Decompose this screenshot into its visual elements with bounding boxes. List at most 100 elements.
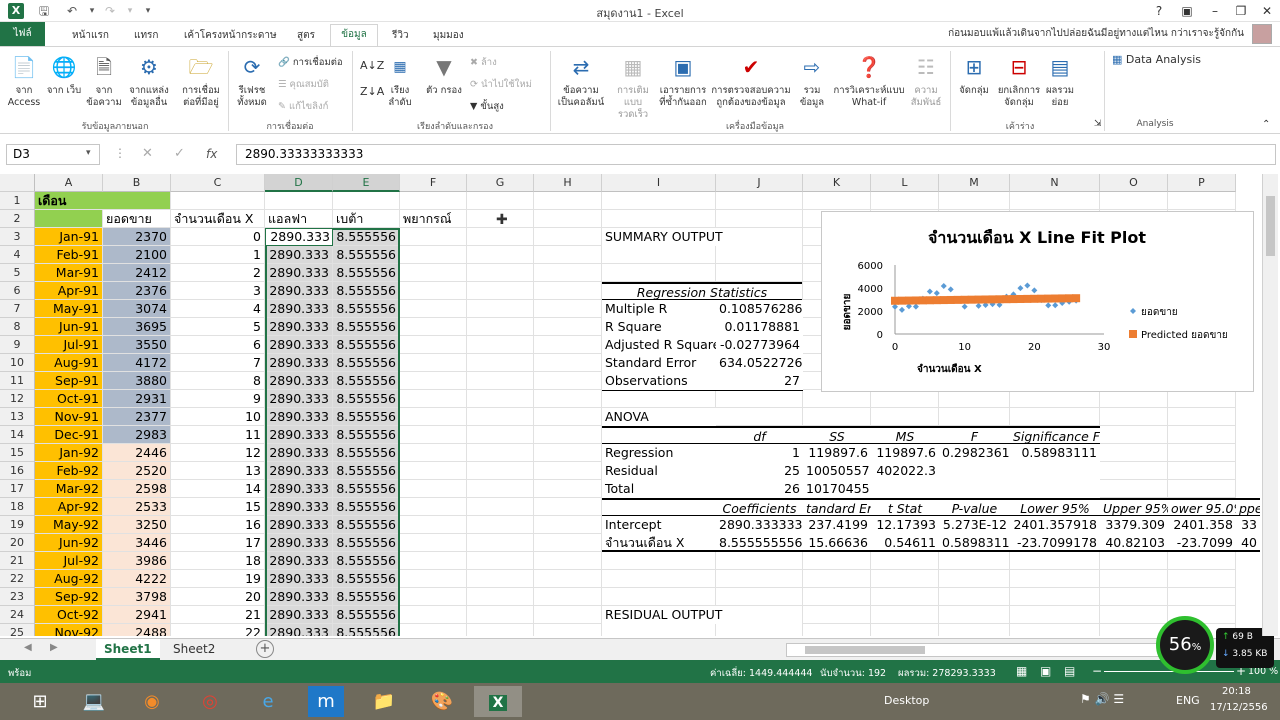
minimize-button[interactable]: – xyxy=(1204,2,1226,20)
anova-header[interactable]: Significance F xyxy=(1010,426,1100,444)
anova-cell[interactable]: 119897.6 xyxy=(871,444,939,462)
cell[interactable] xyxy=(716,588,803,606)
coef-cell[interactable]: -23.7099 xyxy=(1168,534,1236,552)
cell[interactable] xyxy=(803,192,871,210)
alpha-cell[interactable]: 2890.333 xyxy=(265,246,333,264)
x-cell[interactable]: 11 xyxy=(171,426,265,444)
cell[interactable] xyxy=(1100,462,1168,480)
anova-cell[interactable]: 10170455 xyxy=(803,480,871,498)
beta-cell[interactable]: 8.555556 xyxy=(333,480,400,498)
cell[interactable] xyxy=(1100,408,1168,426)
alpha-cell[interactable]: 2890.333 xyxy=(265,534,333,552)
firefox-icon[interactable]: ◉ xyxy=(132,686,172,717)
row-header-6[interactable]: 6 xyxy=(0,282,35,300)
avatar[interactable] xyxy=(1252,24,1272,44)
select-all-corner[interactable] xyxy=(0,174,35,192)
cell[interactable] xyxy=(400,408,467,426)
tab-page-layout[interactable]: เค้าโครงหน้ากระดาษ xyxy=(184,28,277,43)
cell[interactable] xyxy=(1010,624,1100,636)
flash-fill-button[interactable]: ▦ การเติม แบบรวดเร็ว xyxy=(610,53,656,121)
anova-cell[interactable]: 10050557 xyxy=(803,462,871,480)
sales-cell[interactable]: 2983 xyxy=(103,426,171,444)
cell[interactable] xyxy=(871,570,939,588)
cell[interactable] xyxy=(467,354,534,372)
anova-cell[interactable] xyxy=(939,462,1010,480)
cell[interactable] xyxy=(803,408,871,426)
row-header-9[interactable]: 9 xyxy=(0,336,35,354)
alpha-cell[interactable]: 2890.333 xyxy=(265,390,333,408)
line-fit-plot-chart[interactable]: จำนวนเดือน X Line Fit Plot จำนวนเดือน X … xyxy=(821,211,1254,392)
cell[interactable] xyxy=(400,390,467,408)
header-x[interactable]: จำนวนเดือน X xyxy=(171,210,265,228)
cell[interactable] xyxy=(534,264,602,282)
sales-cell[interactable]: 4172 xyxy=(103,354,171,372)
month-cell[interactable]: Sep-92 xyxy=(35,588,103,606)
folder-icon[interactable]: 📁 xyxy=(364,686,404,717)
anova-header-blank[interactable] xyxy=(602,426,716,444)
cell[interactable] xyxy=(534,354,602,372)
normal-view-icon[interactable]: ▦ xyxy=(1016,664,1027,678)
cell[interactable] xyxy=(534,372,602,390)
alpha-cell[interactable]: 2890.333 xyxy=(265,444,333,462)
outline-launcher-icon[interactable]: ⇲ xyxy=(1094,119,1102,129)
row-header-4[interactable]: 4 xyxy=(0,246,35,264)
cell[interactable] xyxy=(400,462,467,480)
summary-title[interactable]: SUMMARY OUTPUT xyxy=(602,228,802,246)
coef-cell[interactable]: 40 xyxy=(1236,534,1260,552)
formula-input[interactable]: 2890.33333333333 xyxy=(236,144,1276,165)
cell[interactable] xyxy=(1100,588,1168,606)
cell[interactable] xyxy=(939,192,1010,210)
sales-cell[interactable]: 4222 xyxy=(103,570,171,588)
anova-row-label[interactable]: Total xyxy=(602,480,716,498)
from-web-button[interactable]: 🌐 จาก เว็บ xyxy=(46,53,82,97)
connections-button[interactable]: 🔗 การเชื่อมต่อ xyxy=(278,55,343,70)
cell[interactable] xyxy=(400,498,467,516)
coef-header[interactable]: ppe xyxy=(1236,498,1260,516)
anova-cell[interactable]: 0.2982361 xyxy=(939,444,1010,462)
anova-header[interactable]: df xyxy=(716,426,803,444)
column-header-a[interactable]: A xyxy=(35,174,103,192)
user-name[interactable]: ก่อนมอบแพ้แล้วเดินจากไปปล่อยฉันมีอยู่ทาง… xyxy=(948,26,1244,41)
cell[interactable] xyxy=(534,426,602,444)
chrome-icon[interactable]: ◎ xyxy=(190,686,230,717)
enter-icon[interactable]: ✓ xyxy=(174,146,185,161)
x-cell[interactable]: 7 xyxy=(171,354,265,372)
cell[interactable] xyxy=(602,210,716,228)
coef-cell[interactable]: 0.54611 xyxy=(871,534,939,552)
cell[interactable] xyxy=(333,192,400,210)
cell[interactable] xyxy=(467,606,534,624)
cell[interactable] xyxy=(467,246,534,264)
column-header-k[interactable]: K xyxy=(803,174,871,192)
cell[interactable] xyxy=(871,588,939,606)
beta-cell[interactable]: 8.555556 xyxy=(333,246,400,264)
month-cell[interactable]: Nov-91 xyxy=(35,408,103,426)
column-header-j[interactable]: J xyxy=(716,174,803,192)
existing-connections-button[interactable]: 🗁 การเชื่อม ต่อที่มีอยู่ xyxy=(178,53,224,109)
advanced-filter-button[interactable]: ▼ ขั้นสูง xyxy=(470,99,504,114)
beta-cell[interactable]: 8.555556 xyxy=(333,588,400,606)
alpha-cell[interactable]: 2890.333 xyxy=(265,498,333,516)
alpha-cell[interactable]: 2890.333 xyxy=(265,570,333,588)
cell[interactable] xyxy=(171,192,265,210)
residual-title[interactable]: RESIDUAL OUTPUT xyxy=(602,606,802,624)
remove-duplicates-button[interactable]: ▣ เอารายการ ที่ซ้ำกันออก xyxy=(656,53,710,109)
sales-cell[interactable]: 2370 xyxy=(103,228,171,246)
cell[interactable] xyxy=(400,228,467,246)
cell[interactable] xyxy=(939,408,1010,426)
cancel-icon[interactable]: ✕ xyxy=(142,146,153,161)
paint-icon[interactable]: 🎨 xyxy=(422,686,462,717)
anova-cell[interactable]: 119897.6 xyxy=(803,444,871,462)
row-header-17[interactable]: 17 xyxy=(0,480,35,498)
month-cell[interactable]: Oct-91 xyxy=(35,390,103,408)
text-to-columns-button[interactable]: ⇄ ข้อความ เป็นคอลัมน์ xyxy=(554,53,608,109)
cell[interactable] xyxy=(400,354,467,372)
sheet-prev-icon[interactable]: ◀ xyxy=(24,642,32,653)
cell[interactable] xyxy=(1168,192,1236,210)
cell[interactable] xyxy=(400,606,467,624)
alpha-cell[interactable]: 2890.333 xyxy=(265,624,333,636)
cell[interactable] xyxy=(534,192,602,210)
row-header-23[interactable]: 23 xyxy=(0,588,35,606)
collapse-ribbon-icon[interactable]: ⌃ xyxy=(1262,119,1270,130)
cell[interactable] xyxy=(1168,408,1236,426)
maxthon-icon[interactable]: m xyxy=(308,686,344,717)
